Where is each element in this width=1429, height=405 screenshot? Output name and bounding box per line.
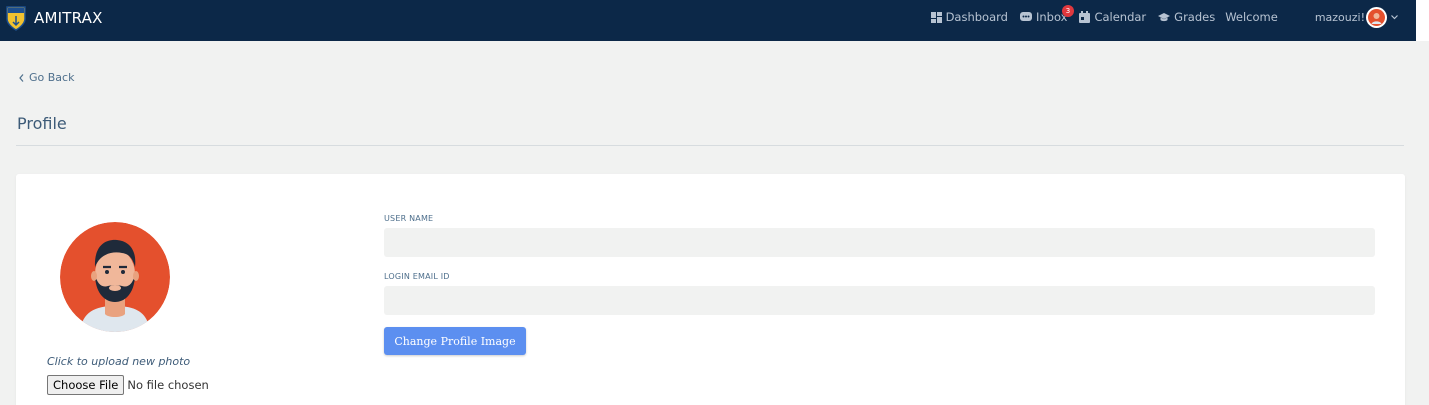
top-nav-links: Dashboard Inbox 3 Calendar Grades Welcom… [919, 0, 1398, 34]
file-status: No file chosen [127, 378, 209, 392]
email-label: LOGIN EMAIL ID [384, 272, 450, 281]
welcome-text: Welcome [1225, 10, 1278, 24]
shield-logo-icon [6, 6, 26, 31]
user-avatar [1366, 6, 1387, 28]
change-profile-image-button[interactable]: Change Profile Image [384, 327, 526, 355]
chevron-left-icon [19, 73, 24, 82]
user-avatar-icon [1368, 8, 1385, 26]
profile-avatar-icon [60, 222, 170, 332]
title-divider [16, 145, 1404, 146]
profile-card: Click to upload new photo Choose File No… [16, 174, 1405, 405]
chat-icon [1019, 11, 1032, 21]
go-back-label: Go Back [29, 71, 75, 84]
upload-hint: Click to upload new photo [47, 355, 191, 368]
nav-calendar-label: Calendar [1094, 10, 1147, 24]
brand[interactable]: AMITRAX [5, 5, 103, 31]
nav-dashboard[interactable]: Dashboard [930, 10, 1008, 24]
username-input[interactable] [384, 228, 1375, 257]
inbox-count-badge: 3 [1061, 5, 1074, 17]
dashboard-icon [930, 11, 942, 23]
profile-avatar[interactable] [60, 222, 170, 332]
nav-grades-label: Grades [1174, 10, 1216, 24]
brand-name: AMITRAX [34, 9, 103, 27]
scrollbar-gutter [1416, 0, 1429, 41]
graduation-cap-icon [1158, 12, 1171, 21]
page-title: Profile [17, 114, 67, 133]
choose-file-button[interactable]: Choose File [47, 375, 125, 395]
email-input[interactable] [384, 286, 1375, 315]
username-label: USER NAME [384, 214, 434, 223]
nav-grades[interactable]: Grades [1158, 10, 1215, 24]
user-menu[interactable]: mazouzi! [1314, 6, 1398, 28]
nav-inbox[interactable]: Inbox 3 [1019, 5, 1074, 24]
top-navbar: AMITRAX Dashboard Inbox 3 Calendar Grade… [0, 0, 1416, 41]
username: mazouzi! [1314, 10, 1365, 24]
nav-dashboard-label: Dashboard [945, 10, 1008, 24]
calendar-icon [1079, 11, 1091, 23]
chevron-down-icon [1391, 14, 1398, 19]
go-back-link[interactable]: Go Back [19, 71, 74, 84]
file-upload: Choose File No file chosen [47, 375, 209, 395]
nav-calendar[interactable]: Calendar [1079, 10, 1146, 24]
